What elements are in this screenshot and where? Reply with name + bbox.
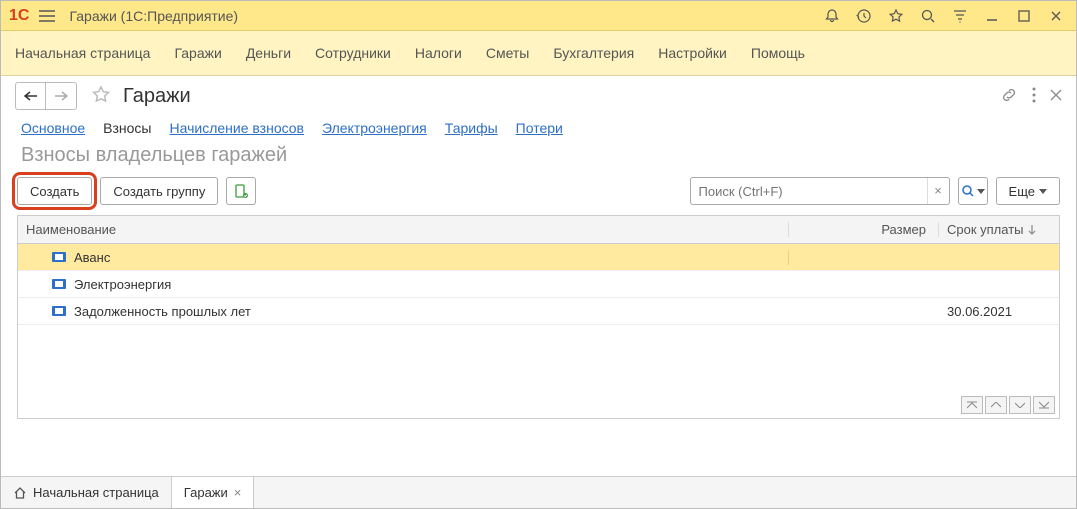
submenu-tariffs[interactable]: Тарифы [445, 120, 498, 136]
star-icon[interactable] [884, 4, 908, 28]
item-icon [52, 252, 66, 262]
filter-icon[interactable] [948, 4, 972, 28]
history-icon[interactable] [852, 4, 876, 28]
create-group-button[interactable]: Создать группу [100, 177, 218, 205]
hamburger-icon[interactable] [39, 10, 55, 22]
scroll-top-icon[interactable] [961, 396, 983, 414]
submenu: Основное Взносы Начисление взносов Элект… [1, 116, 1076, 144]
col-due-label: Срок уплаты [947, 222, 1024, 237]
menu-money[interactable]: Деньги [246, 45, 291, 61]
menu-help[interactable]: Помощь [751, 45, 805, 61]
section-title: Взносы владельцев гаражей [1, 144, 1076, 177]
scroll-bottom-icon[interactable] [1033, 396, 1055, 414]
tab-close-icon[interactable]: × [234, 485, 242, 500]
col-name[interactable]: Наименование [18, 222, 789, 237]
menu-garages[interactable]: Гаражи [174, 45, 221, 61]
menu-employees[interactable]: Сотрудники [315, 45, 391, 61]
tab-garages-label: Гаражи [184, 485, 228, 500]
nav-forward[interactable] [46, 83, 76, 109]
submenu-main[interactable]: Основное [21, 120, 85, 136]
col-size[interactable]: Размер [789, 222, 939, 237]
row-name: Электроэнергия [74, 277, 171, 292]
search-input[interactable] [691, 184, 927, 199]
menu-accounting[interactable]: Бухгалтерия [553, 45, 634, 61]
row-due: 30.06.2021 [939, 304, 1059, 319]
menu-estimates[interactable]: Сметы [486, 45, 530, 61]
search-button[interactable] [958, 177, 988, 205]
logo-1c: 1C [9, 7, 29, 25]
search-icon[interactable] [916, 4, 940, 28]
table-row[interactable]: Аванс [18, 244, 1059, 271]
submenu-losses[interactable]: Потери [516, 120, 563, 136]
menubar: Начальная страница Гаражи Деньги Сотрудн… [1, 31, 1076, 76]
create-button[interactable]: Создать [17, 177, 92, 205]
home-icon [13, 486, 27, 500]
page-title: Гаражи [123, 85, 191, 108]
tab-home[interactable]: Начальная страница [1, 477, 172, 508]
bottom-tabs: Начальная страница Гаражи × [1, 476, 1076, 508]
scroll-down-icon[interactable] [1009, 396, 1031, 414]
submenu-accrual[interactable]: Начисление взносов [170, 120, 304, 136]
submenu-contributions[interactable]: Взносы [103, 120, 151, 136]
clear-search-icon[interactable]: × [927, 178, 949, 204]
nav-back[interactable] [16, 83, 46, 109]
report-button[interactable] [226, 177, 256, 205]
maximize-icon[interactable] [1012, 4, 1036, 28]
link-icon[interactable] [1000, 86, 1018, 107]
scroll-up-icon[interactable] [985, 396, 1007, 414]
more-button[interactable]: Еще [996, 177, 1060, 205]
row-name: Задолженность прошлых лет [74, 304, 251, 319]
row-name: Аванс [74, 250, 110, 265]
window-title: Гаражи (1С:Предприятие) [69, 8, 238, 24]
menu-start[interactable]: Начальная страница [15, 45, 150, 61]
tab-garages[interactable]: Гаражи × [172, 477, 255, 508]
submenu-electricity[interactable]: Электроэнергия [322, 120, 427, 136]
nav-buttons [15, 82, 77, 110]
table-row[interactable]: Электроэнергия [18, 271, 1059, 298]
kebab-icon[interactable] [1032, 87, 1036, 106]
bell-icon[interactable] [820, 4, 844, 28]
menu-settings[interactable]: Настройки [658, 45, 727, 61]
chevron-down-icon [1039, 189, 1047, 194]
more-label: Еще [1009, 184, 1035, 199]
table-row[interactable]: Задолженность прошлых лет 30.06.2021 [18, 298, 1059, 325]
item-icon [52, 279, 66, 289]
menu-taxes[interactable]: Налоги [415, 45, 462, 61]
close-page-icon[interactable] [1050, 89, 1062, 104]
tab-home-label: Начальная страница [33, 485, 159, 500]
item-icon [52, 306, 66, 316]
table: Наименование Размер Срок уплаты Аванс Эле… [17, 215, 1060, 419]
favorite-icon[interactable] [91, 85, 111, 108]
minimize-icon[interactable] [980, 4, 1004, 28]
col-due[interactable]: Срок уплаты [939, 222, 1059, 237]
close-icon[interactable] [1044, 4, 1068, 28]
search-box: × [690, 177, 950, 205]
